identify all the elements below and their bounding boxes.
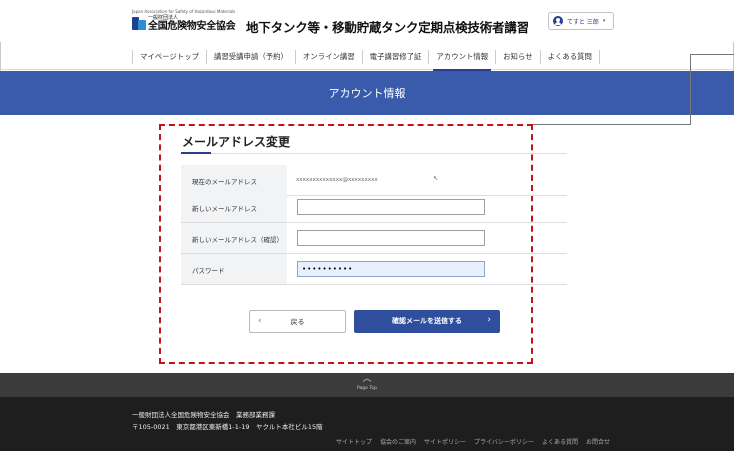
footer-link-about[interactable]: 協会のご案内 [380,437,416,446]
password-input[interactable] [297,261,485,277]
nav-item-news[interactable]: お知らせ [496,50,541,64]
section-title-accent [181,152,211,154]
org-logo-mark-icon [132,17,146,30]
nav-item-online-course[interactable]: オンライン講習 [296,50,363,64]
send-button-label: 確認メールを送信する [392,317,462,325]
form-row-new-email: 新しいメールアドレス [181,192,567,223]
new-email-input[interactable] [297,199,485,215]
back-button-label: 戻る [290,318,305,326]
nav-item-mypage[interactable]: マイページトップ [132,50,207,64]
main-nav: マイページトップ 講習受講申請（予約） オンライン講習 電子講習修了証 アカウン… [0,44,734,71]
current-email-value: xxxxxxxxxxxxxx@xxxxxxxxx [296,177,378,183]
send-confirmation-email-button[interactable]: 確認メールを送信する › [354,310,500,333]
chevron-up-icon: ︿ [362,374,372,384]
footer-link-site-top[interactable]: サイトトップ [336,437,372,446]
page-top-label: Page Top [357,386,377,391]
nav-item-course-application[interactable]: 講習受講申請（予約） [207,50,296,64]
page-title-band: アカウント情報 [0,71,734,115]
org-tagline: Japan Association for Safety of Hazardou… [132,9,236,14]
org-logo[interactable]: Japan Association for Safety of Hazardou… [132,9,236,32]
new-email-confirm-input[interactable] [297,230,485,246]
chevron-down-icon: ▾ [602,18,606,24]
footer-link-site-policy[interactable]: サイトポリシー [424,437,466,446]
org-name: 全国危険物安全協会 [148,21,236,32]
back-button[interactable]: ‹ 戻る [249,310,346,333]
mouse-cursor-icon: ↖ [433,175,439,182]
callout-line [533,124,690,125]
footer-link-privacy[interactable]: プライバシーポリシー [474,437,534,446]
site-footer: 一般財団法人全国危険物安全協会 業務部業務課 〒105-0021 東京都港区東新… [0,397,734,451]
footer-address-line: 〒105-0021 東京都港区東新橋1-1-19 ヤクルト本社ビル15階 [132,423,323,431]
nav-item-faq[interactable]: よくある質問 [541,50,600,64]
footer-links: サイトトップ 協会のご案内 サイトポリシー プライバシーポリシー よくある質問 … [336,437,618,446]
password-label: パスワード [192,267,225,275]
user-avatar-icon [553,16,563,26]
page-top-button[interactable]: ︿ Page Top [0,373,734,397]
footer-link-contact[interactable]: お問合せ [586,437,610,446]
section-divider [181,153,567,154]
footer-link-faq[interactable]: よくある質問 [542,437,578,446]
user-name: てすと 三郎 [567,18,599,26]
callout-line-vertical [690,54,691,125]
nav-item-account[interactable]: アカウント情報 [429,50,497,71]
page-title: アカウント情報 [328,87,406,100]
user-menu-button[interactable]: てすと 三郎 ▾ [548,12,614,30]
site-header: Japan Association for Safety of Hazardou… [0,0,734,42]
section-title: メールアドレス変更 [182,135,291,149]
chevron-right-icon: › [487,315,491,325]
callout-line-top [690,54,734,55]
new-email-label: 新しいメールアドレス [192,205,257,213]
main-content: メールアドレス変更 現在のメールアドレス xxxxxxxxxxxxxx@xxxx… [0,115,734,373]
footer-org-line: 一般財団法人全国危険物安全協会 業務部業務課 [132,411,275,419]
form-row-password: パスワード [181,254,567,285]
site-title: 地下タンク等・移動貯蔵タンク定期点検技術者講習 [246,20,529,35]
nav-item-certificate[interactable]: 電子講習修了証 [363,50,430,64]
form-row-new-email-confirm: 新しいメールアドレス（確認） [181,223,567,254]
current-email-label: 現在のメールアドレス [192,178,257,186]
new-email-confirm-label: 新しいメールアドレス（確認） [192,236,283,244]
